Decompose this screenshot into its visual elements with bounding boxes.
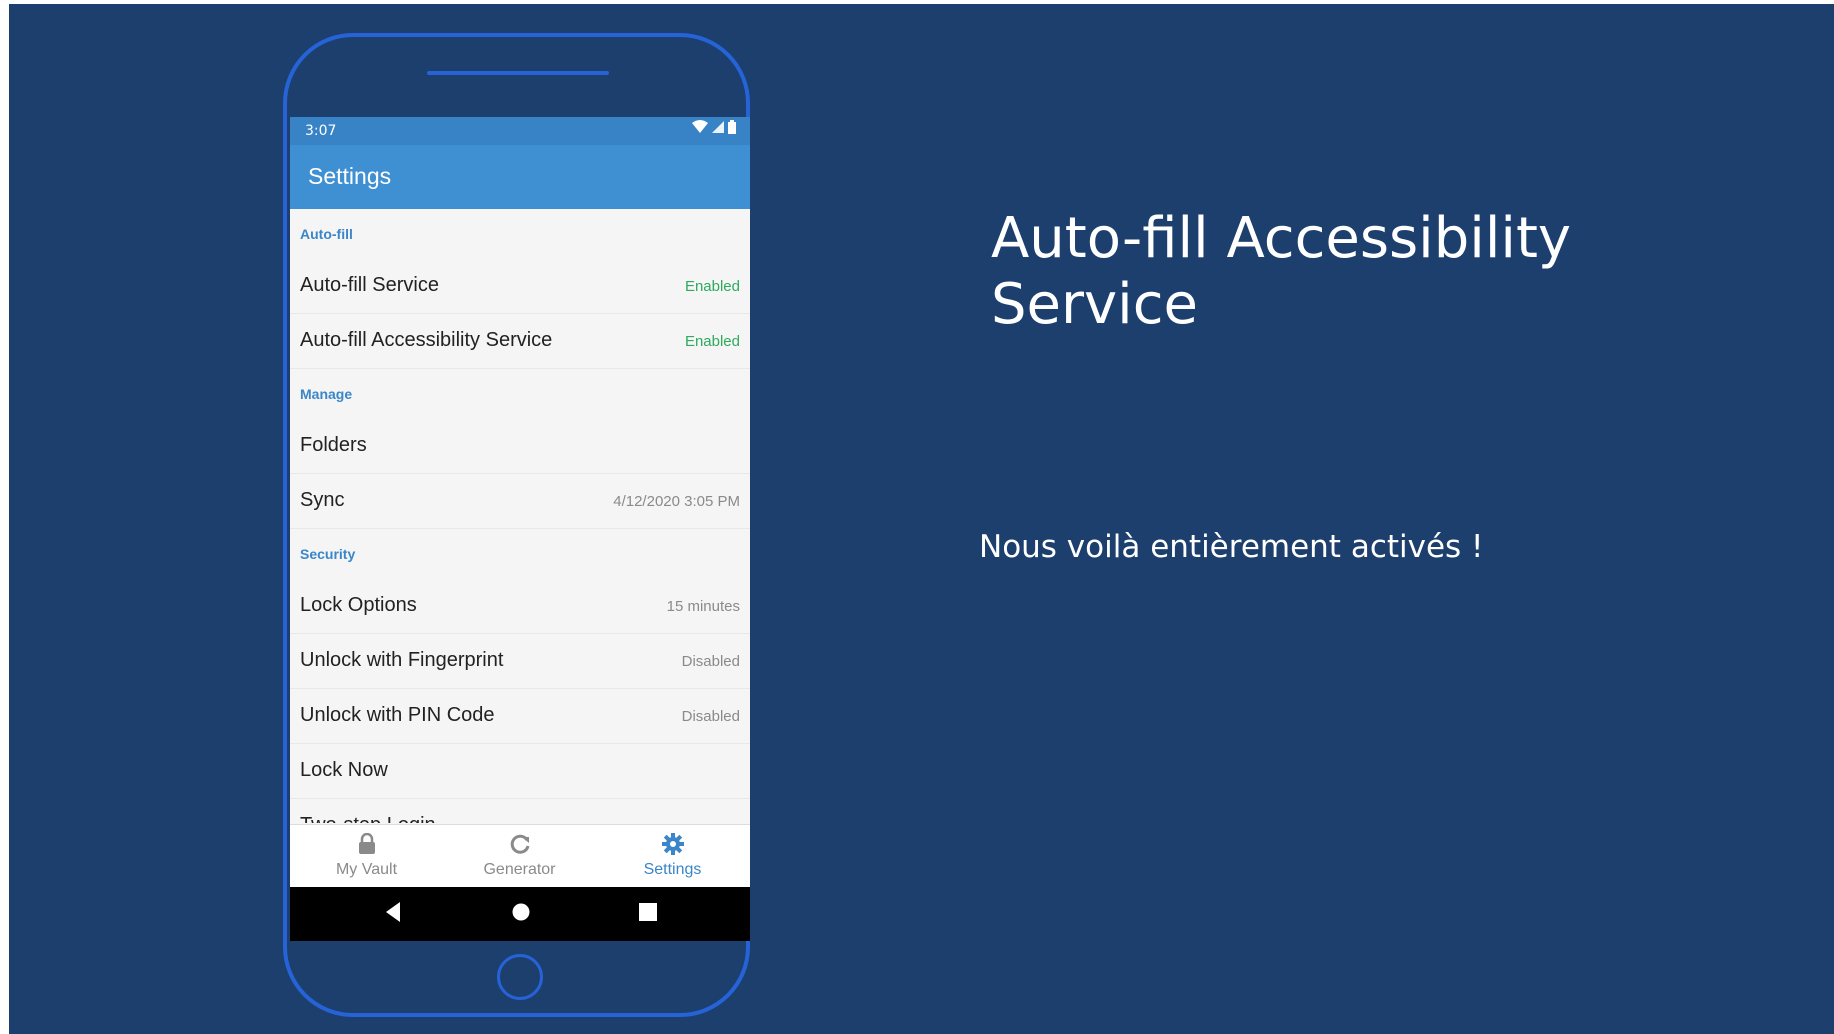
slide-heading: Auto-fill Accessibility Service [991, 206, 1572, 337]
app-bar: Settings [290, 145, 750, 209]
status-icons [692, 120, 736, 134]
status-bar: 3:07 [290, 117, 750, 145]
battery-icon [728, 120, 736, 134]
setting-row-unlock-fingerprint[interactable]: Unlock with Fingerprint Disabled [290, 634, 750, 689]
setting-status: Disabled [681, 653, 740, 670]
system-nav-bar [290, 887, 750, 941]
section-header-security: Security [300, 546, 356, 562]
phone-speaker [427, 71, 609, 75]
nav-label: Settings [643, 861, 702, 878]
setting-status: Enabled [684, 333, 740, 350]
setting-label: Lock Now [300, 759, 388, 781]
sync-timestamp: 4/12/2020 3:05 PM [613, 493, 740, 510]
setting-status: Disabled [681, 708, 740, 725]
setting-label: Folders [300, 434, 367, 456]
nav-generator[interactable]: Generator [443, 825, 596, 888]
bottom-nav: My Vault Generator Settings [290, 824, 750, 888]
lock-icon [290, 833, 443, 857]
nav-label: Generator [483, 861, 556, 878]
setting-row-two-step-login[interactable]: Two-step Login [290, 799, 750, 823]
phone-screen: 3:07 Settings Auto-fill Auto-fill Servic… [290, 117, 750, 941]
nav-settings[interactable]: Settings [596, 825, 749, 888]
settings-list[interactable]: Auto-fill Auto-fill Service Enabled Auto… [290, 209, 750, 823]
phone-home-button [497, 954, 543, 1000]
wifi-icon [692, 120, 708, 133]
status-time: 3:07 [305, 123, 337, 139]
setting-row-lock-now[interactable]: Lock Now [290, 744, 750, 799]
section-header-autofill: Auto-fill [300, 226, 353, 242]
slide-subtext: Nous voilà entièrement activés ! [979, 529, 1484, 565]
gear-icon [596, 833, 749, 857]
setting-label: Two-step Login [300, 814, 436, 823]
setting-label: Unlock with PIN Code [300, 704, 495, 726]
setting-row-sync[interactable]: Sync 4/12/2020 3:05 PM [290, 474, 750, 529]
page-title: Settings [308, 163, 392, 189]
recents-icon[interactable] [639, 901, 657, 923]
section-header-manage: Manage [300, 386, 353, 402]
setting-row-autofill-service[interactable]: Auto-fill Service Enabled [290, 259, 750, 314]
setting-row-lock-options[interactable]: Lock Options 15 minutes [290, 579, 750, 634]
nav-label: My Vault [335, 861, 398, 878]
setting-label: Unlock with Fingerprint [300, 649, 504, 671]
setting-label: Auto-fill Accessibility Service [300, 329, 553, 351]
setting-row-autofill-accessibility[interactable]: Auto-fill Accessibility Service Enabled [290, 314, 750, 369]
setting-row-unlock-pin[interactable]: Unlock with PIN Code Disabled [290, 689, 750, 744]
home-icon[interactable] [511, 901, 531, 923]
setting-status: 15 minutes [666, 598, 740, 615]
refresh-icon [443, 833, 596, 857]
setting-label: Auto-fill Service [300, 274, 439, 296]
slide-background: 3:07 Settings Auto-fill Auto-fill Servic… [9, 4, 1834, 1034]
back-icon[interactable] [384, 901, 402, 923]
setting-label: Sync [300, 489, 345, 511]
signal-icon [712, 121, 724, 133]
setting-label: Lock Options [300, 594, 417, 616]
setting-status: Enabled [684, 278, 740, 295]
setting-row-folders[interactable]: Folders [290, 419, 750, 474]
nav-my-vault[interactable]: My Vault [290, 825, 443, 888]
